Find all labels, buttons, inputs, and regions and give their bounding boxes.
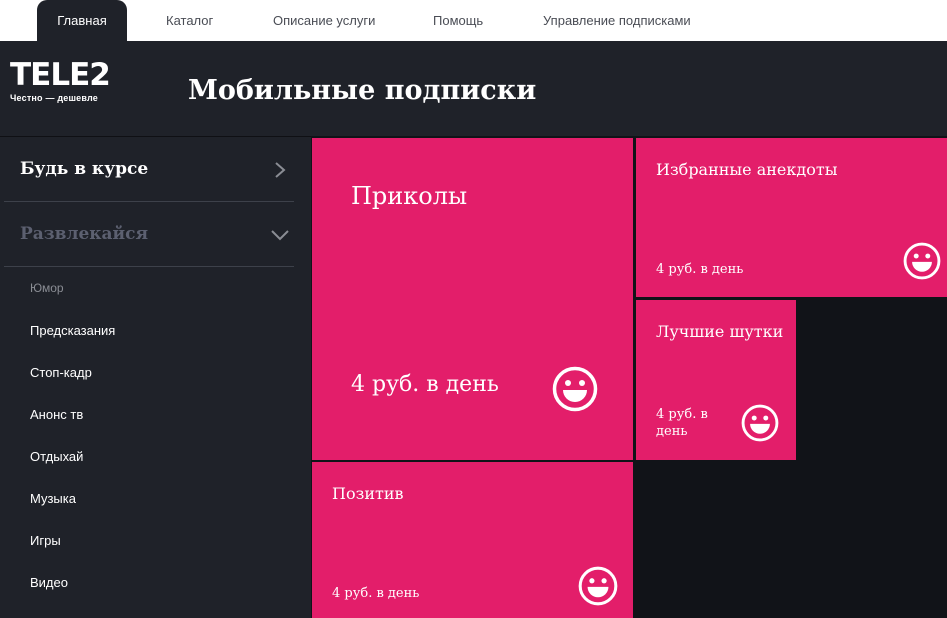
sidebar-item-stop-frame[interactable]: Стоп-кадр <box>30 365 92 380</box>
smile-icon <box>741 404 779 442</box>
chevron-down-icon <box>271 230 289 241</box>
tile-price: 4 руб. в день <box>332 586 420 601</box>
smile-icon <box>903 242 941 280</box>
subscription-tile-prikoly[interactable]: Приколы 4 руб. в день <box>312 138 633 460</box>
tile-title: Избранные анекдоты <box>656 160 838 179</box>
tele2-logo[interactable]: TELE2 Честно — дешевле <box>10 57 111 119</box>
subscription-tile-best-jokes[interactable]: Лучшие шутки 4 руб. в день <box>636 300 796 460</box>
tile-price: 4 руб. в день <box>656 407 708 439</box>
sidebar-section-entertainment[interactable]: Развлекайся <box>4 203 294 267</box>
tab-main[interactable]: Главная <box>37 0 127 41</box>
page-header: TELE2 Честно — дешевле Мобильные подписк… <box>0 41 947 136</box>
subscription-tile-positive[interactable]: Позитив 4 руб. в день <box>312 462 633 618</box>
tile-title: Приколы <box>351 182 468 210</box>
logo-text: TELE2 <box>10 57 111 93</box>
tile-title: Лучшие шутки <box>656 322 784 341</box>
logo-tagline: Честно — дешевле <box>10 93 99 103</box>
smile-icon <box>552 366 598 412</box>
page-title: Мобильные подписки <box>188 75 537 106</box>
tab-help[interactable]: Помощь <box>433 0 483 41</box>
tile-price: 4 руб. в день <box>351 372 499 397</box>
sidebar-item-humor[interactable]: Юмор <box>30 281 64 295</box>
chevron-right-icon <box>275 162 286 178</box>
sidebar-item-video[interactable]: Видео <box>30 575 68 590</box>
sidebar-item-games[interactable]: Игры <box>30 533 61 548</box>
tile-title: Позитив <box>332 484 404 503</box>
sidebar: Будь в курсе Развлекайся Юмор Предсказан… <box>0 136 311 618</box>
tab-service-description[interactable]: Описание услуги <box>273 0 375 41</box>
sidebar-section-label: Будь в курсе <box>20 159 149 179</box>
smile-icon <box>578 566 618 606</box>
tab-catalog[interactable]: Каталог <box>166 0 213 41</box>
sidebar-item-relax[interactable]: Отдыхай <box>30 449 83 464</box>
tile-price: 4 руб. в день <box>656 262 744 277</box>
subscription-tile-favorite-jokes[interactable]: Избранные анекдоты 4 руб. в день <box>636 138 947 297</box>
tab-subscription-management[interactable]: Управление подписками <box>543 0 691 41</box>
sidebar-item-music[interactable]: Музыка <box>30 491 76 506</box>
top-navigation: Главная Каталог Описание услуги Помощь У… <box>0 0 947 41</box>
sidebar-item-tv-announce[interactable]: Анонс тв <box>30 407 83 422</box>
sidebar-section-label: Развлекайся <box>20 224 149 244</box>
sidebar-section-stay-informed[interactable]: Будь в курсе <box>4 138 294 202</box>
sidebar-item-predictions[interactable]: Предсказания <box>30 323 115 338</box>
